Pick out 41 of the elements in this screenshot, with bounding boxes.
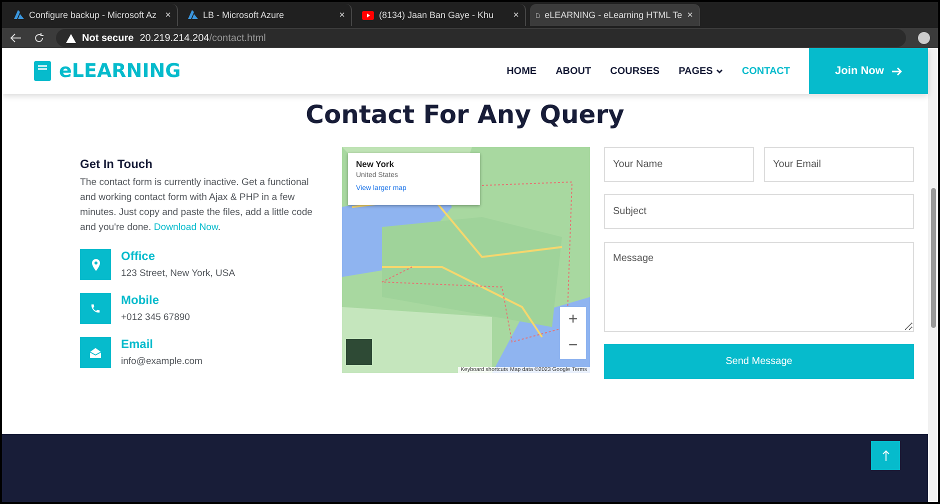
- nav-link[interactable]: COURSES: [610, 66, 660, 76]
- book-logo-icon: [34, 61, 51, 81]
- contact-value: +012 345 67890: [121, 312, 190, 323]
- page-heading: Contact For Any Query: [304, 100, 626, 129]
- browser-tab[interactable]: Configure backup - Microsoft Az ×: [8, 4, 178, 26]
- subject-field[interactable]: Subject: [604, 194, 914, 230]
- close-tab-button[interactable]: ×: [687, 10, 693, 20]
- warning-icon: [66, 34, 76, 42]
- place-name: New York: [356, 159, 395, 169]
- back-icon[interactable]: [10, 33, 22, 43]
- address-bar[interactable]: Not secure 20.219.214.204/contact.html: [56, 29, 906, 47]
- contact-label: Email: [121, 337, 154, 351]
- location-pin-icon: [90, 258, 100, 270]
- name-field[interactable]: Your Name: [604, 147, 754, 182]
- nav-link[interactable]: PAGES: [678, 66, 723, 76]
- reload-icon[interactable]: [34, 33, 44, 43]
- contact-value: info@example.com: [121, 356, 202, 367]
- close-tab-button[interactable]: ×: [165, 10, 171, 20]
- close-tab-button[interactable]: ×: [339, 10, 345, 20]
- nav-link[interactable]: HOME: [506, 66, 537, 76]
- section-title: Get In Touch: [80, 157, 154, 171]
- contact-value: 123 Street, New York, USA: [121, 268, 236, 279]
- browser-tab[interactable]: LB - Microsoft Azure ×: [182, 4, 352, 26]
- envelope-open-icon: [90, 348, 101, 358]
- arrow-up-icon: [882, 450, 890, 461]
- message-field[interactable]: Message: [604, 242, 914, 332]
- azure-logo-icon: [14, 10, 24, 20]
- contact-label: Office: [121, 249, 156, 263]
- email-field[interactable]: Your Email: [764, 147, 914, 182]
- close-tab-button[interactable]: ×: [513, 10, 519, 20]
- play-logo-icon: [362, 10, 374, 20]
- phone-icon: [90, 303, 101, 314]
- azure-logo-icon: [188, 10, 198, 20]
- browser-tab[interactable]: (8134) Jaan Ban Gaye - Khu ×: [356, 4, 526, 26]
- profile-avatar-icon[interactable]: [918, 32, 930, 44]
- contact-label: Mobile: [121, 293, 160, 307]
- arrow-right-icon: [892, 66, 902, 76]
- description-text: The contact form is currently inactive. Get a functional and working contact form with Ajax & PHP in a few minutes. Just copy and paste the files, add a little code and you're done. Download Now.: [80, 176, 314, 235]
- brand-name: eLEARNING: [59, 60, 182, 82]
- nav-link[interactable]: ABOUT: [556, 66, 592, 76]
- browser-tab[interactable]: eLEARNING - eLearning HTML Te ×: [530, 4, 700, 26]
